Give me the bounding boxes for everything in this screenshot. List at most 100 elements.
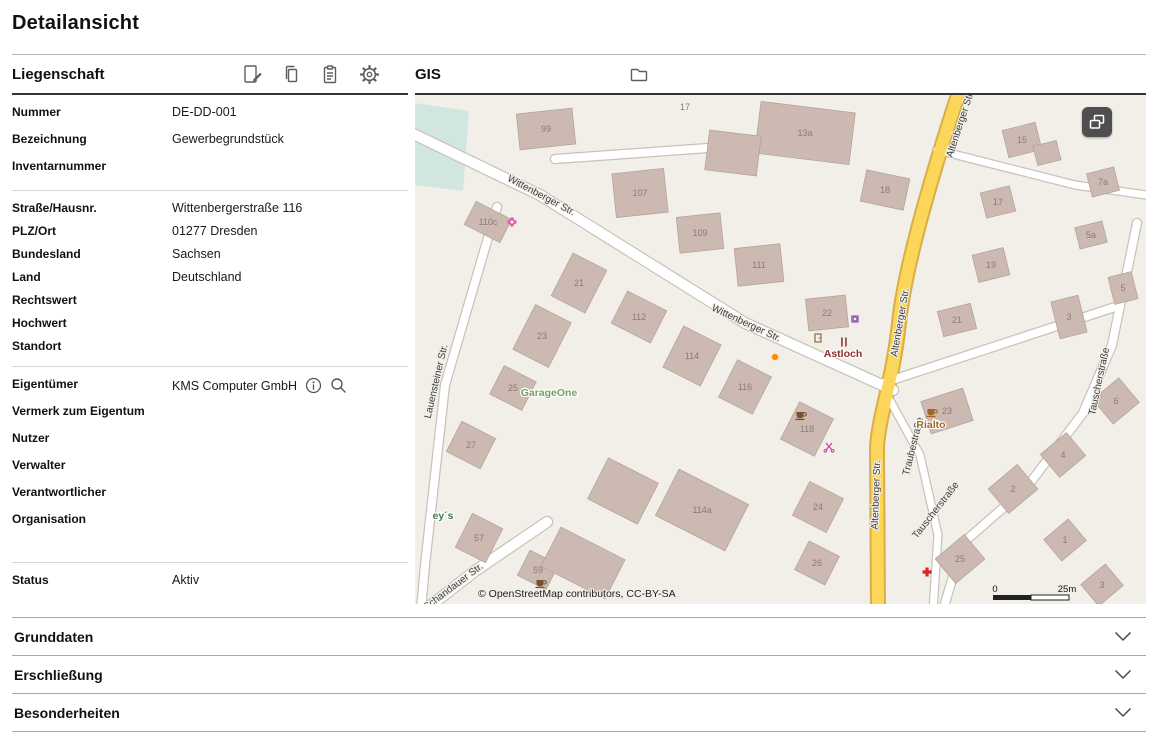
field-value: DE-DD-001: [172, 103, 237, 119]
scale-bar-light: [1031, 595, 1069, 600]
chevron-down-icon: [1114, 707, 1132, 718]
gear-icon[interactable]: [356, 61, 382, 87]
field-label: Verwalter: [12, 456, 172, 472]
layers-button[interactable]: [1082, 107, 1112, 137]
house-number: 5: [1120, 283, 1125, 293]
field-label: Bezeichnung: [12, 130, 172, 146]
section-besonderheiten[interactable]: Besonderheiten: [12, 693, 1146, 731]
house-number: 3: [1066, 312, 1071, 322]
field-value-text: 01277 Dresden: [172, 224, 257, 238]
field-label: Status: [12, 571, 172, 587]
house-number: 99: [541, 124, 551, 134]
accordion: Grunddaten Erschließung Besonderheiten: [12, 617, 1146, 732]
field-row: NummerDE-DD-001: [12, 103, 408, 130]
poi-label: ey´s: [432, 510, 453, 522]
owner-search-icon[interactable]: [330, 377, 347, 394]
house-number: 21: [574, 278, 584, 288]
house-number: 2: [1010, 484, 1015, 494]
house-number: 1: [1062, 535, 1067, 545]
house-number: 7a: [1098, 177, 1108, 187]
field-row: Straße/Hausnr.Wittenbergerstraße 116: [12, 199, 408, 222]
field-row: Standort: [12, 337, 408, 360]
section-erschlie-ung[interactable]: Erschließung: [12, 655, 1146, 693]
gis-map[interactable]: 991713a1510718177a110c1095a1111921222135…: [415, 95, 1146, 604]
house-number: 25: [955, 554, 965, 564]
field-label: Standort: [12, 337, 172, 353]
detail-page: Detailansicht Liegenschaft: [0, 0, 1158, 732]
section-label: Erschließung: [14, 667, 103, 683]
field-value: Deutschland: [172, 268, 242, 284]
house-number: 109: [692, 228, 707, 238]
liegenschaft-panel: Liegenschaft: [12, 55, 408, 604]
field-label: Inventarnummer: [12, 157, 172, 173]
field-label: Vermerk zum Eigentum: [12, 402, 172, 418]
field-label: Eigentümer: [12, 375, 172, 391]
house-number: 19: [986, 260, 996, 270]
gis-panel: GIS: [415, 55, 1146, 604]
field-label: Verantwortlicher: [12, 483, 172, 499]
scale-bar-dark: [993, 595, 1031, 600]
field-label: Rechtswert: [12, 291, 172, 307]
field-row: StatusAktiv: [12, 571, 408, 598]
house-number: 107: [632, 188, 647, 198]
house-number: 15: [1017, 135, 1027, 145]
field-row: EigentümerKMS Computer GmbH: [12, 375, 408, 402]
field-value-text: Sachsen: [172, 247, 221, 261]
field-row: BundeslandSachsen: [12, 245, 408, 268]
liegenschaft-header: Liegenschaft: [12, 55, 408, 95]
field-group: Straße/Hausnr.Wittenbergerstraße 116PLZ/…: [12, 191, 408, 367]
house-number: 116: [738, 382, 752, 392]
field-value-text: DE-DD-001: [172, 105, 237, 119]
field-label: Nummer: [12, 103, 172, 119]
poi-label: Rialto: [916, 419, 945, 431]
field-group: NummerDE-DD-001BezeichnungGewerbegrundst…: [12, 95, 408, 191]
house-number: 17: [680, 102, 690, 112]
field-row: Verantwortlicher: [12, 483, 408, 510]
section-grunddaten[interactable]: Grunddaten: [12, 617, 1146, 655]
field-row: LandDeutschland: [12, 268, 408, 291]
field-value: Sachsen: [172, 245, 221, 261]
house-number: 23: [537, 331, 547, 341]
house-number: 18: [880, 185, 890, 195]
field-row: PLZ/Ort01277 Dresden: [12, 222, 408, 245]
field-label: Land: [12, 268, 172, 284]
field-value-text: Deutschland: [172, 270, 242, 284]
clipboard-icon[interactable]: [317, 61, 343, 87]
house-number: 17: [993, 197, 1003, 207]
field-row: Hochwert: [12, 314, 408, 337]
copy-icon[interactable]: [278, 61, 304, 87]
house-number: 23: [942, 406, 952, 416]
dot-poi-icon: [772, 354, 778, 360]
liegenschaft-fields: NummerDE-DD-001BezeichnungGewerbegrundst…: [12, 95, 408, 604]
page-title: Detailansicht: [12, 12, 1146, 35]
house-number: 26: [812, 558, 822, 568]
folder-icon[interactable]: [626, 61, 652, 87]
liegenschaft-title: Liegenschaft: [12, 66, 105, 83]
house-number: 110c: [479, 217, 498, 227]
chevron-down-icon: [1114, 631, 1132, 642]
map-attribution: © OpenStreetMap contributors, CC-BY-SA: [478, 588, 676, 600]
chevron-down-icon: [1114, 669, 1132, 680]
house-number: 24: [813, 502, 823, 512]
scale-end: 25m: [1058, 584, 1077, 595]
field-label: Nutzer: [12, 429, 172, 445]
house-number: 112: [632, 312, 646, 322]
owner-info-icon[interactable]: [305, 377, 322, 394]
field-value: 01277 Dresden: [172, 222, 257, 238]
field-row: Vermerk zum Eigentum: [12, 402, 408, 429]
field-value-text: Wittenbergerstraße 116: [172, 201, 302, 215]
field-row: Rechtswert: [12, 291, 408, 314]
field-label: Organisation: [12, 510, 172, 526]
house-number: 111: [752, 260, 766, 270]
field-row: Inventarnummer: [12, 157, 408, 184]
house-number: 27: [466, 440, 476, 450]
field-group: EigentümerKMS Computer GmbHVermerk zum E…: [12, 367, 408, 543]
field-row: BezeichnungGewerbegrundstück: [12, 130, 408, 157]
liegenschaft-toolbar: [239, 61, 408, 87]
edit-document-icon[interactable]: [239, 61, 265, 87]
field-value: Gewerbegrundstück: [172, 130, 284, 146]
poi-label: GarageOne: [521, 387, 578, 399]
field-row: Organisation: [12, 510, 408, 537]
house-number: 114a: [692, 505, 711, 515]
field-label: Straße/Hausnr.: [12, 199, 172, 215]
